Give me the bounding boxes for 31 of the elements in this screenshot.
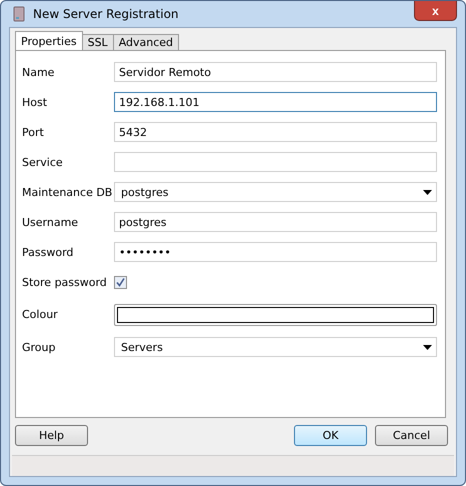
caret-icon — [423, 190, 432, 194]
tab[interactable]: Advanced — [112, 34, 180, 50]
checkbox[interactable] — [114, 276, 127, 288]
close-button[interactable]: x — [414, 1, 457, 21]
dialog-button[interactable]: Cancel — [375, 425, 448, 446]
dialog-button[interactable]: OK — [294, 425, 367, 446]
field-label: Group — [22, 340, 56, 354]
dropdown[interactable]: Servers — [114, 337, 437, 357]
input-field[interactable] — [114, 152, 437, 172]
caret-icon — [423, 344, 432, 350]
input-field[interactable]: •••••••• — [114, 242, 437, 262]
field-label: Maintenance DB — [22, 186, 114, 198]
field-label: Name — [22, 66, 56, 78]
tab[interactable]: SSL — [82, 34, 114, 50]
field-label: Port — [22, 126, 45, 138]
input-field[interactable]: 5432 — [114, 122, 437, 142]
server-icon — [13, 6, 25, 22]
tab[interactable]: Properties — [15, 31, 83, 50]
dropdown[interactable]: postgres — [114, 182, 437, 202]
input-field[interactable]: postgres — [114, 212, 437, 232]
dialog-button[interactable]: Help — [15, 425, 88, 446]
input-field[interactable]: 192.168.1.101 — [114, 92, 437, 112]
field-label: Colour — [22, 308, 59, 321]
field-label: Username — [22, 216, 80, 228]
field-label: Password — [22, 246, 74, 258]
window-title: New Server Registration — [33, 7, 179, 21]
field-label: Host — [22, 96, 48, 108]
field-label: Store password — [22, 276, 108, 288]
input-field[interactable]: Servidor Remoto — [114, 62, 437, 82]
colour-picker[interactable] — [114, 304, 437, 326]
field-label: Service — [22, 156, 64, 168]
